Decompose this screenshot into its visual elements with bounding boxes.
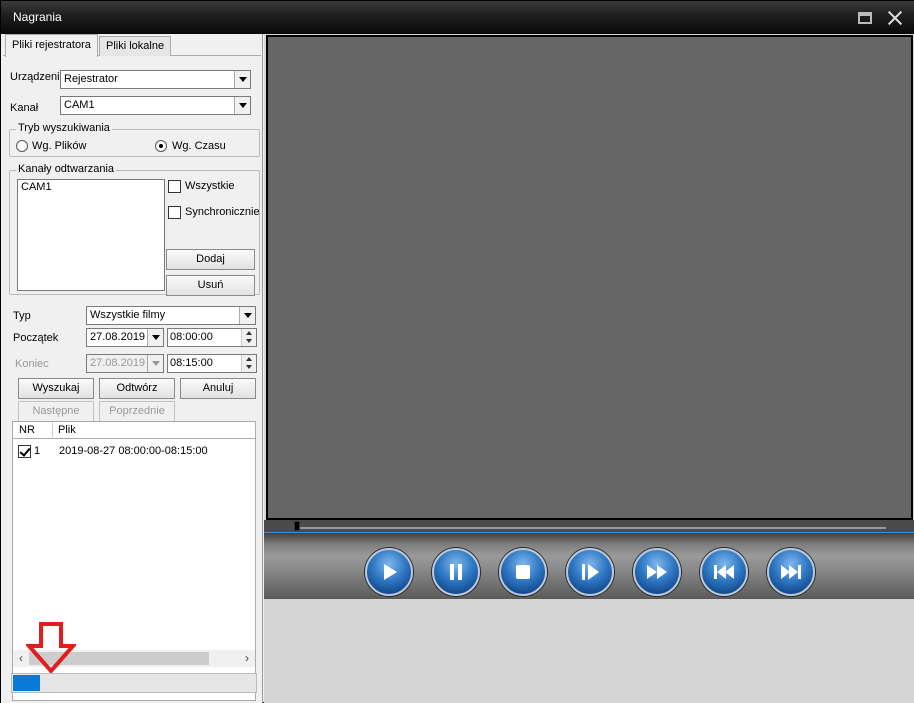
scroll-right-icon[interactable]: › [240, 651, 254, 666]
end-label: Koniec [15, 358, 49, 370]
scroll-left-icon[interactable]: ‹ [14, 651, 28, 666]
type-value: Wszystkie filmy [90, 309, 166, 321]
type-select[interactable]: Wszystkie filmy [86, 306, 256, 325]
type-label: Typ [13, 310, 31, 322]
chevron-down-icon [147, 355, 163, 372]
player-panel [264, 34, 914, 703]
row-nr: 1 [34, 445, 41, 457]
start-time-value: 08:00:00 [170, 331, 213, 343]
chevron-down-icon[interactable] [239, 307, 255, 324]
radio-by-time-label[interactable]: Wg. Czasu [172, 140, 226, 152]
col-nr[interactable]: NR [19, 424, 35, 436]
pause-icon[interactable] [432, 548, 480, 596]
results-table: NR Plik 1 2019-08-27 08:00:00-08:15:00 ‹… [12, 421, 256, 701]
sync-checkbox-label[interactable]: Synchronicznie [185, 206, 260, 218]
device-select[interactable]: Rejestrator [60, 70, 251, 89]
scroll-thumb[interactable] [29, 652, 209, 665]
remove-button[interactable]: Usuń [166, 275, 255, 296]
list-item[interactable]: CAM1 [21, 181, 161, 193]
download-progress-bar [11, 673, 257, 693]
row-checkbox[interactable] [18, 445, 31, 458]
playback-controls [264, 532, 914, 599]
step-forward-icon[interactable] [566, 548, 614, 596]
recordings-window: Nagrania Pliki rejestratora Pliki lokaln… [0, 0, 914, 703]
table-row[interactable]: 1 2019-08-27 08:00:00-08:15:00 [13, 443, 255, 461]
maximize-icon[interactable] [855, 9, 875, 27]
end-time-input[interactable]: 08:15:00 [167, 354, 257, 373]
chevron-down-icon[interactable] [234, 97, 250, 114]
search-button[interactable]: Wyszukaj [18, 378, 94, 399]
tab-recorder-files[interactable]: Pliki rejestratora [5, 34, 98, 57]
seek-track[interactable] [296, 527, 886, 529]
start-time-input[interactable]: 08:00:00 [167, 328, 257, 347]
skip-forward-icon[interactable] [767, 548, 815, 596]
device-value: Rejestrator [64, 73, 118, 85]
radio-by-time[interactable] [155, 140, 167, 152]
fast-forward-icon[interactable] [633, 548, 681, 596]
cancel-button[interactable]: Anuluj [180, 378, 256, 399]
channel-select[interactable]: CAM1 [60, 96, 251, 115]
search-mode-label: Tryb wyszukiwania [16, 122, 112, 134]
add-button[interactable]: Dodaj [166, 249, 255, 270]
tab-local-files[interactable]: Pliki lokalne [99, 36, 172, 56]
row-file: 2019-08-27 08:00:00-08:15:00 [59, 445, 208, 457]
seek-bar[interactable] [264, 520, 914, 532]
spin-arrows-icon[interactable] [241, 355, 256, 372]
playback-channels-label: Kanały odtwarzania [16, 163, 117, 175]
spin-arrows-icon[interactable] [241, 329, 256, 346]
player-footer [264, 599, 914, 703]
all-checkbox[interactable] [168, 180, 181, 193]
prev-button: Poprzednie [99, 401, 175, 422]
seek-knob[interactable] [294, 521, 300, 531]
channel-value: CAM1 [64, 99, 95, 111]
search-mode-group: Tryb wyszukiwania Wg. Plików Wg. Czasu [9, 122, 260, 157]
playback-channels-group: Kanały odtwarzania CAM1 Wszystkie Synchr… [9, 163, 260, 296]
end-date-picker: 27.08.2019 [86, 354, 164, 373]
device-label: Urządzenie [10, 71, 66, 83]
window-title: Nagrania [13, 10, 62, 24]
progress-fill [13, 675, 40, 691]
next-button: Następne [18, 401, 94, 422]
title-bar[interactable]: Nagrania [1, 1, 914, 34]
channel-label: Kanał [10, 102, 39, 114]
column-divider[interactable] [52, 422, 53, 439]
radio-by-files-label[interactable]: Wg. Plików [32, 140, 86, 152]
skip-back-icon[interactable] [700, 548, 748, 596]
channel-list[interactable]: CAM1 [17, 179, 165, 291]
play-button[interactable]: Odtwórz [99, 378, 175, 399]
video-area[interactable] [266, 35, 913, 520]
table-header: NR Plik [13, 422, 255, 439]
start-date-value: 27.08.2019 [90, 331, 146, 343]
stop-icon[interactable] [499, 548, 547, 596]
radio-by-files[interactable] [16, 140, 28, 152]
end-date-value: 27.08.2019 [90, 357, 146, 369]
tab-bar: Pliki rejestratora Pliki lokalne [3, 34, 261, 57]
start-date-picker[interactable]: 27.08.2019 [86, 328, 164, 347]
start-label: Początek [13, 332, 59, 344]
search-panel: Pliki rejestratora Pliki lokalne Urządze… [1, 34, 263, 703]
col-file[interactable]: Plik [58, 424, 76, 436]
close-icon[interactable] [885, 9, 905, 27]
sync-checkbox[interactable] [168, 206, 181, 219]
chevron-down-icon[interactable] [234, 71, 250, 88]
play-icon[interactable] [365, 548, 413, 596]
chevron-down-icon[interactable] [147, 329, 163, 346]
all-checkbox-label[interactable]: Wszystkie [185, 180, 235, 192]
end-time-value: 08:15:00 [170, 357, 213, 369]
horizontal-scrollbar[interactable]: ‹ › [13, 650, 255, 667]
